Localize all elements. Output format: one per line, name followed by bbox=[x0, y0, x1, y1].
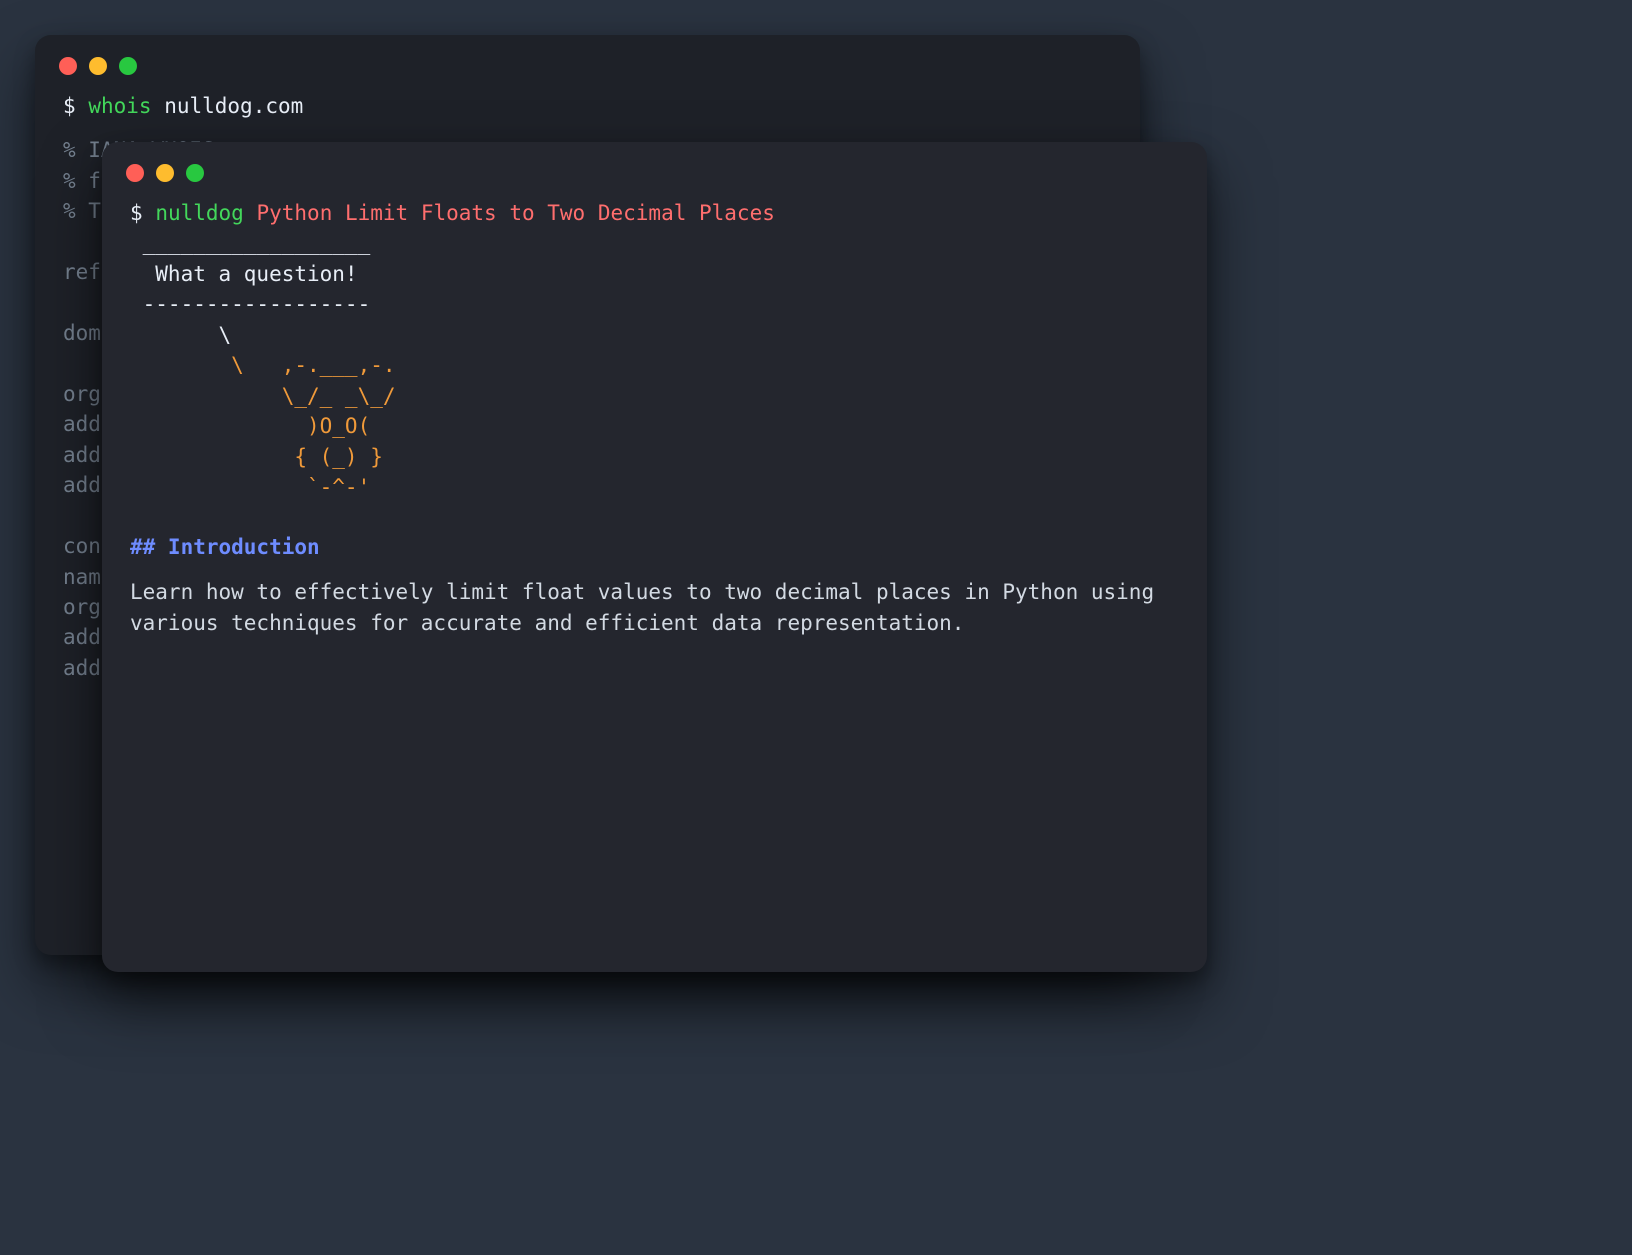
speech-bubble-top: __________________ bbox=[130, 228, 1179, 258]
prompt-symbol: $ bbox=[130, 201, 143, 225]
dog-ascii-icon: \ ,-.___,-. bbox=[130, 350, 1179, 380]
close-icon[interactable] bbox=[126, 164, 144, 182]
close-icon[interactable] bbox=[59, 57, 77, 75]
speech-bubble-text: What a question! bbox=[130, 259, 1179, 289]
prompt-symbol: $ bbox=[63, 94, 76, 118]
command-arg: nulldog.com bbox=[164, 94, 303, 118]
dog-ascii-icon: { (_) } bbox=[130, 442, 1179, 472]
traffic-lights-front bbox=[102, 142, 1207, 182]
dog-ascii-icon: \_/_ _\_/ bbox=[130, 381, 1179, 411]
minimize-icon[interactable] bbox=[89, 57, 107, 75]
section-heading: ## Introduction bbox=[130, 532, 1179, 562]
terminal-window-front: $ nulldog Python Limit Floats to Two Dec… bbox=[102, 142, 1207, 972]
dog-ascii-icon: )O_O( bbox=[130, 411, 1179, 441]
prompt-line-back: $ whois nulldog.com bbox=[63, 91, 1112, 121]
maximize-icon[interactable] bbox=[119, 57, 137, 75]
command-name: nulldog bbox=[155, 201, 244, 225]
terminal-output-front: $ nulldog Python Limit Floats to Two Dec… bbox=[102, 182, 1207, 668]
traffic-lights-back bbox=[35, 35, 1140, 75]
maximize-icon[interactable] bbox=[186, 164, 204, 182]
minimize-icon[interactable] bbox=[156, 164, 174, 182]
intro-paragraph: Learn how to effectively limit float val… bbox=[130, 577, 1179, 640]
command-arg: Python Limit Floats to Two Decimal Place… bbox=[256, 201, 774, 225]
cowsay-tail-icon: \ bbox=[130, 320, 1179, 350]
command-name: whois bbox=[88, 94, 151, 118]
speech-bubble-bot: ------------------ bbox=[130, 289, 1179, 319]
prompt-line-front: $ nulldog Python Limit Floats to Two Dec… bbox=[130, 198, 1179, 228]
dog-ascii-icon: `-^-' bbox=[130, 472, 1179, 502]
